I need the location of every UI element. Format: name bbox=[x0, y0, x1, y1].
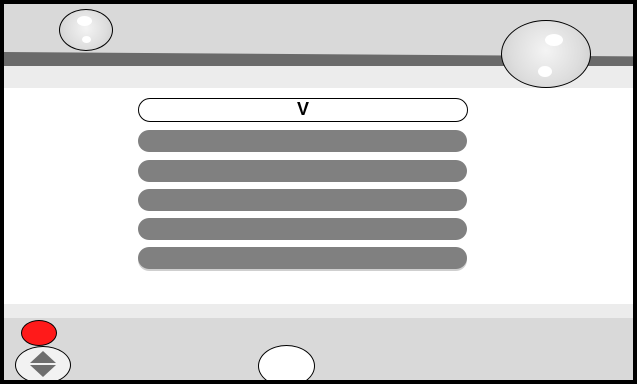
menu-item[interactable] bbox=[138, 189, 467, 211]
scroll-up-down-button[interactable] bbox=[15, 346, 71, 380]
top-left-bubble-button[interactable] bbox=[59, 9, 113, 51]
menu-item[interactable] bbox=[138, 130, 467, 152]
arrow-up-icon bbox=[30, 351, 56, 363]
record-button[interactable] bbox=[21, 320, 57, 346]
gloss-highlight-icon bbox=[82, 36, 91, 43]
menu-item-selected[interactable]: V bbox=[138, 98, 468, 122]
bottom-lightband bbox=[4, 304, 633, 318]
menu-item[interactable] bbox=[138, 160, 467, 182]
top-right-bubble-button[interactable] bbox=[501, 20, 591, 88]
menu-item[interactable] bbox=[138, 218, 467, 240]
bottom-bar bbox=[4, 318, 633, 380]
gloss-highlight-icon bbox=[538, 66, 552, 77]
arrow-down-icon bbox=[30, 365, 56, 377]
menu-item-selected-label: V bbox=[296, 99, 309, 119]
gloss-highlight-icon bbox=[545, 34, 563, 46]
gloss-highlight-icon bbox=[77, 16, 92, 26]
ok-button[interactable] bbox=[258, 345, 315, 380]
menu-item[interactable] bbox=[138, 247, 467, 269]
device-screen: V bbox=[0, 0, 637, 384]
